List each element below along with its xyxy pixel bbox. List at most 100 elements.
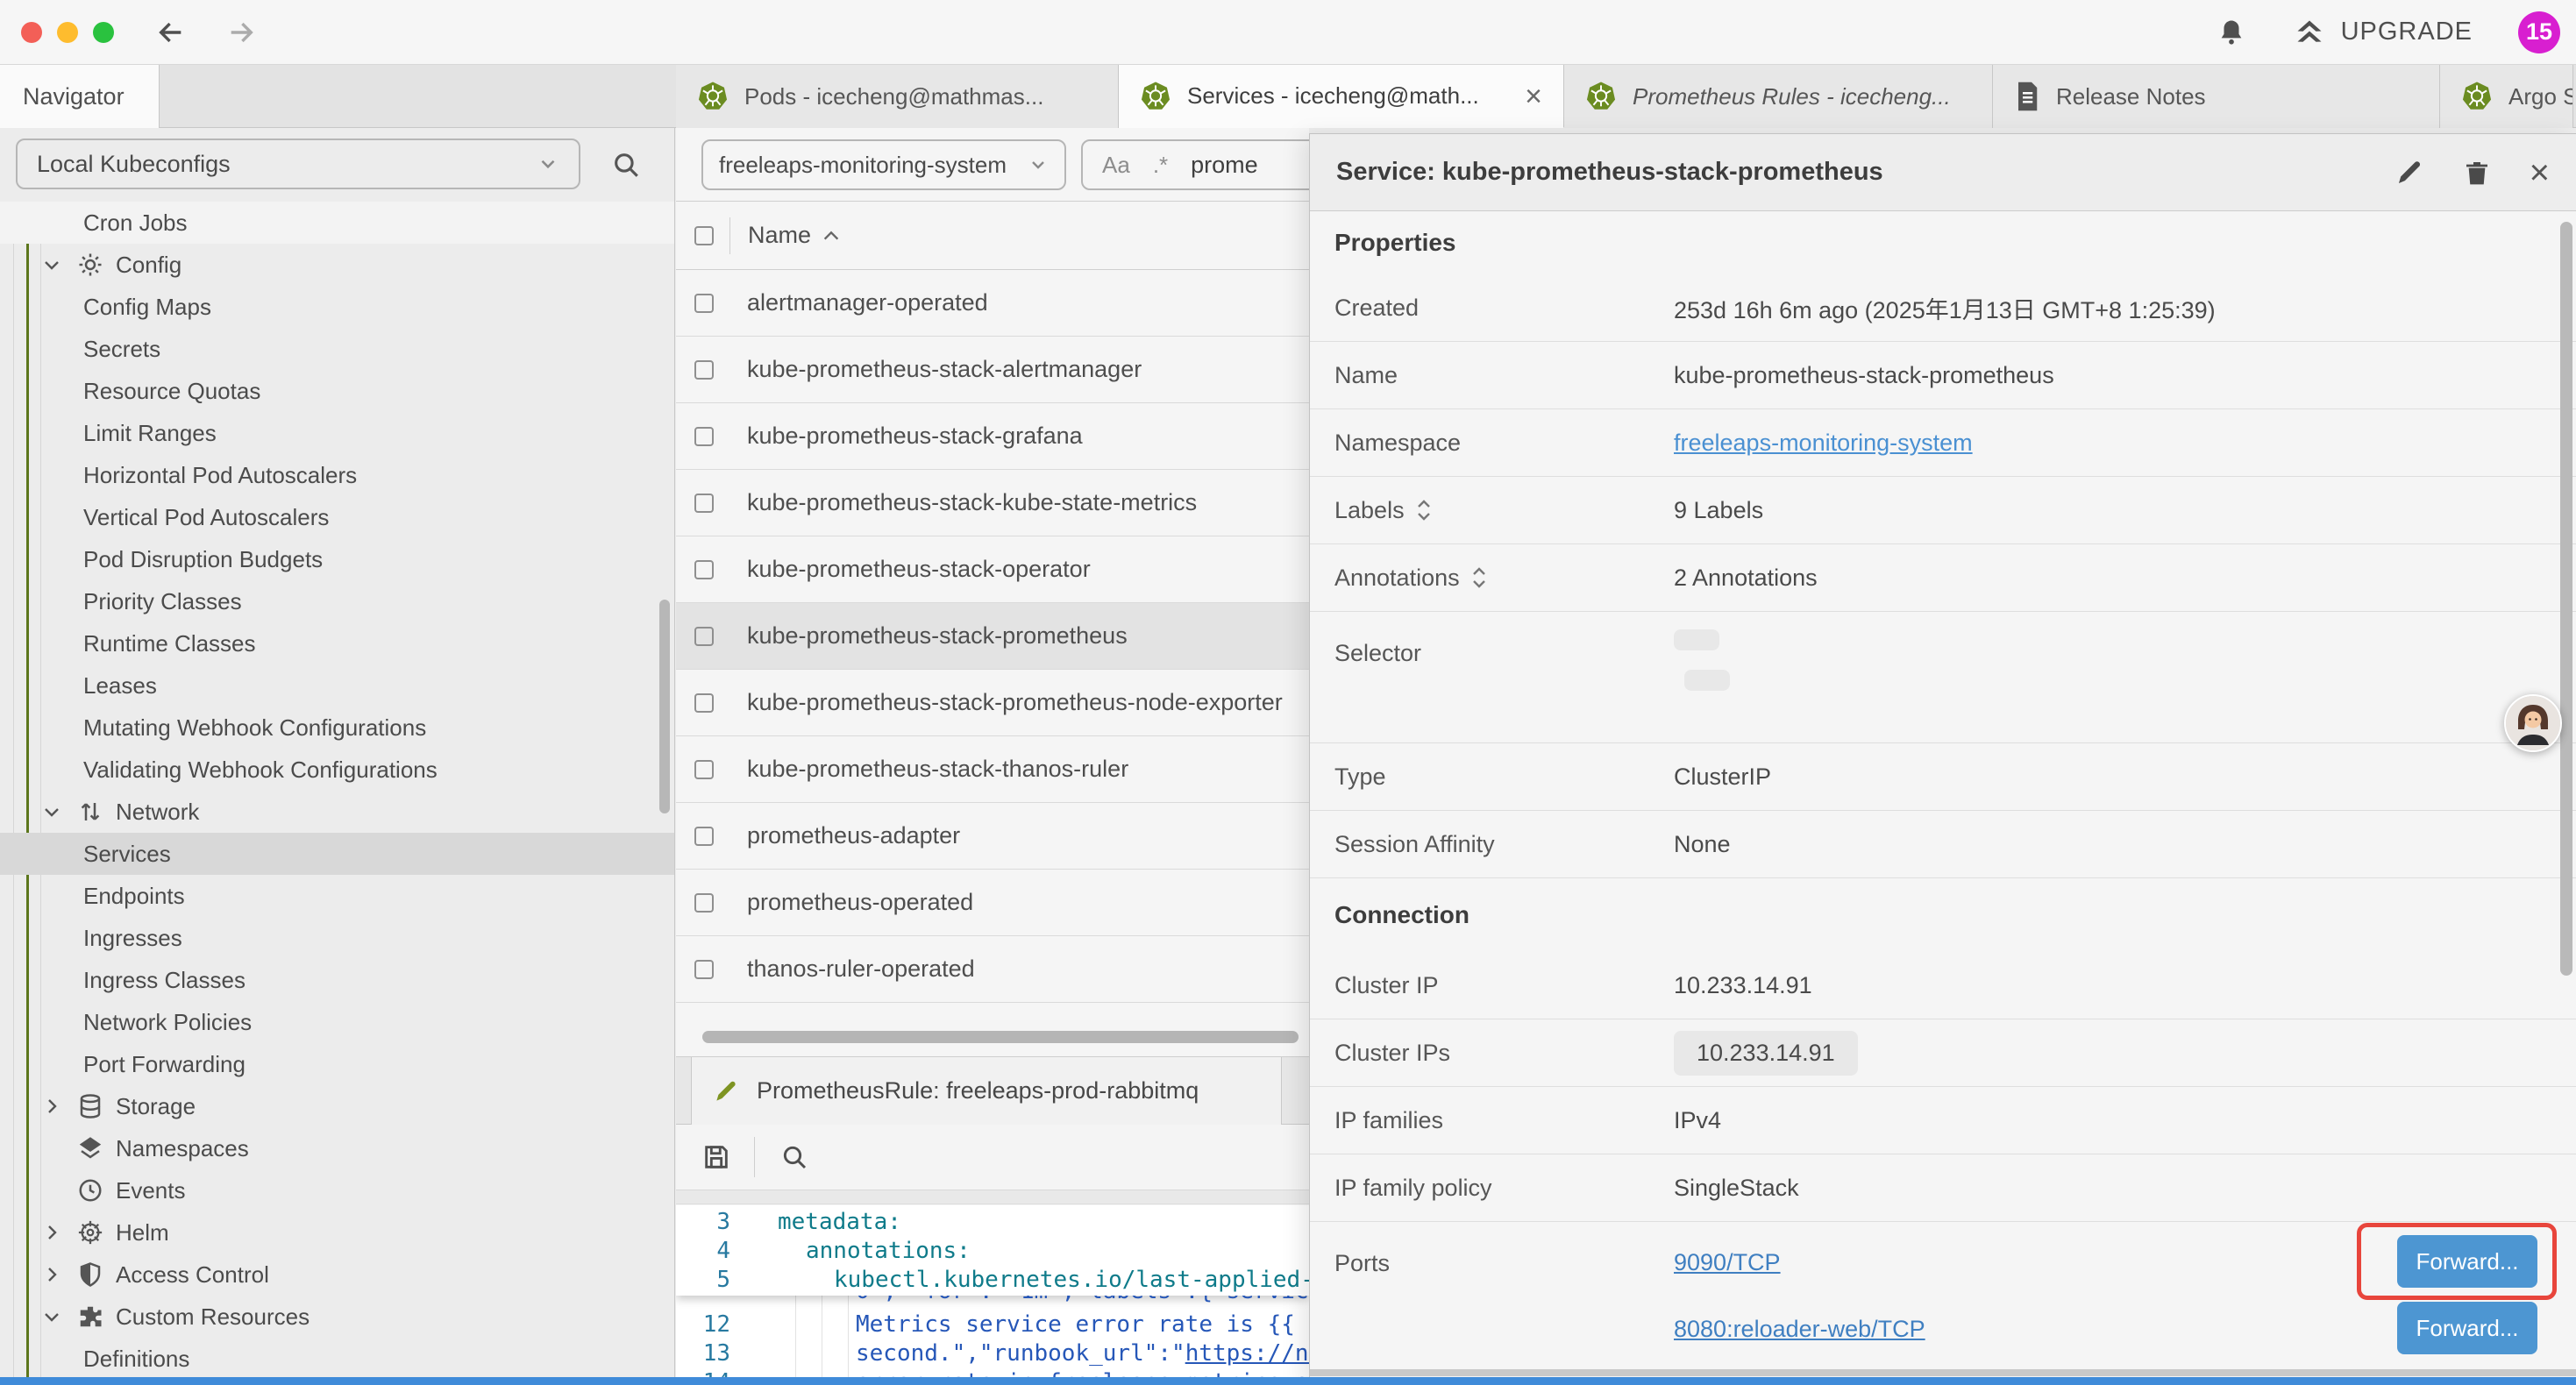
row-checkbox[interactable] xyxy=(694,627,714,646)
sidebar-tree-item[interactable]: Custom Resources xyxy=(0,1296,674,1338)
sidebar-tree-item[interactable]: Horizontal Pod Autoscalers xyxy=(0,454,674,496)
notification-count-badge[interactable]: 15 xyxy=(2518,11,2560,53)
row-checkbox[interactable] xyxy=(694,427,714,446)
name-column-header[interactable]: Name xyxy=(748,222,841,249)
sidebar-tree-item[interactable]: Ingress Classes xyxy=(0,959,674,1001)
sidebar-tree-item[interactable]: Ingresses xyxy=(0,917,674,959)
sidebar-tree-item[interactable]: Port Forwarding xyxy=(0,1043,674,1085)
search-icon[interactable] xyxy=(611,150,641,180)
row-checkbox[interactable] xyxy=(694,560,714,579)
code-line[interactable]: 5 kubectl.kubernetes.io/last-applied-con… xyxy=(676,1265,1309,1294)
sidebar-tree-item[interactable]: Priority Classes xyxy=(0,580,674,622)
sidebar-tree-item[interactable]: Config xyxy=(0,244,674,286)
horizontal-scrollbar-thumb[interactable] xyxy=(702,1031,1299,1043)
table-row[interactable]: kube-prometheus-stack-prometheus-node-ex… xyxy=(676,670,1309,736)
delete-trash-icon[interactable] xyxy=(2463,158,2491,188)
row-checkbox[interactable] xyxy=(694,360,714,380)
sidebar-tree-item[interactable]: Config Maps xyxy=(0,286,674,328)
table-row[interactable]: kube-prometheus-stack-grafana xyxy=(676,403,1309,470)
editor-search-icon[interactable] xyxy=(780,1143,808,1171)
editor-tab[interactable]: PrometheusRule: freeleaps-prod-rabbitmq xyxy=(691,1057,1282,1125)
code-line[interactable]: 0", "for": "1m", labels :{ service" : " xyxy=(676,1296,1309,1310)
chevron-down-icon[interactable] xyxy=(41,801,62,822)
chevron-right-icon[interactable] xyxy=(41,1096,62,1117)
port-link[interactable]: 8080:reloader-web/TCP xyxy=(1674,1316,1925,1343)
sidebar-tree-item[interactable]: Validating Webhook Configurations xyxy=(0,749,674,791)
code-line[interactable]: 12 Metrics service error rate is {{ $va xyxy=(676,1310,1309,1339)
close-window-button[interactable] xyxy=(21,22,42,43)
close-tab-icon[interactable]: × xyxy=(1525,82,1542,111)
minimize-window-button[interactable] xyxy=(57,22,78,43)
code-line[interactable]: 13 second.","runbook_url":"https://netd xyxy=(676,1339,1309,1367)
kubeconfig-selector[interactable]: Local Kubeconfigs xyxy=(16,138,580,189)
row-checkbox[interactable] xyxy=(694,960,714,979)
code-line[interactable]: 3 metadata: xyxy=(676,1207,1309,1236)
sidebar-tree-item[interactable]: Definitions xyxy=(0,1338,674,1380)
match-case-icon[interactable]: Aa xyxy=(1102,152,1130,179)
sidebar-tree-item[interactable]: Network xyxy=(0,791,674,833)
row-checkbox[interactable] xyxy=(694,294,714,313)
content-tab[interactable]: Argo Se × xyxy=(2440,65,2573,128)
code-line[interactable]: 4 annotations: xyxy=(676,1236,1309,1265)
upgrade-button[interactable]: UPGRADE xyxy=(2292,17,2473,48)
content-tab[interactable]: Prometheus Rules - icecheng... × xyxy=(1564,65,1993,128)
sidebar-tree-item[interactable]: Namespaces xyxy=(0,1127,674,1169)
sort-toggle-icon[interactable] xyxy=(1470,565,1488,591)
zoom-window-button[interactable] xyxy=(93,22,114,43)
back-arrow-icon[interactable] xyxy=(154,18,188,47)
chevron-right-icon[interactable] xyxy=(41,1264,62,1285)
sidebar-tree-item[interactable]: Events xyxy=(0,1169,674,1211)
detail-scrollbar-thumb[interactable] xyxy=(2560,222,2572,976)
forward-button[interactable]: Forward... xyxy=(2397,1302,2537,1354)
yaml-editor[interactable]: 3 metadata: 4 annotations: 5 kubectl.kub… xyxy=(676,1205,1309,1385)
sidebar-tree-item[interactable]: Resource Quotas xyxy=(0,370,674,412)
row-checkbox[interactable] xyxy=(694,494,714,513)
port-link[interactable]: 9090/TCP xyxy=(1674,1249,1781,1276)
user-avatar[interactable] xyxy=(2504,694,2562,752)
sidebar-tree-item[interactable]: Storage xyxy=(0,1085,674,1127)
chevron-down-icon[interactable] xyxy=(41,1306,62,1327)
sidebar-tree-item[interactable]: Helm xyxy=(0,1211,674,1254)
sort-toggle-icon[interactable] xyxy=(1415,497,1433,523)
namespace-selector[interactable]: freeleaps-monitoring-system xyxy=(701,139,1066,190)
sidebar-tree-item[interactable]: Cron Jobs xyxy=(0,202,674,244)
table-row[interactable]: alertmanager-operated xyxy=(676,270,1309,337)
table-row[interactable]: prometheus-adapter xyxy=(676,803,1309,870)
row-checkbox[interactable] xyxy=(694,827,714,846)
edit-pencil-icon[interactable] xyxy=(2395,158,2424,188)
notifications-bell-icon[interactable] xyxy=(2217,16,2246,49)
sidebar-tree-item[interactable]: Pod Disruption Budgets xyxy=(0,538,674,580)
sidebar-tree-item[interactable]: Leases xyxy=(0,664,674,707)
select-all-checkbox[interactable] xyxy=(694,226,714,245)
table-row[interactable]: kube-prometheus-stack-operator xyxy=(676,536,1309,603)
chevron-down-icon[interactable] xyxy=(41,254,62,275)
filter-input[interactable]: Aa .* prome xyxy=(1081,139,1309,190)
forward-arrow-icon[interactable] xyxy=(224,18,258,47)
sidebar-tree-item[interactable]: Runtime Classes xyxy=(0,622,674,664)
row-checkbox[interactable] xyxy=(694,760,714,779)
forward-button[interactable]: Forward... xyxy=(2397,1235,2537,1288)
sidebar-scrollbar-thumb[interactable] xyxy=(659,600,670,813)
sidebar-tree-item[interactable]: Network Policies xyxy=(0,1001,674,1043)
sidebar-tree-item[interactable]: Secrets xyxy=(0,328,674,370)
table-row[interactable]: prometheus-operated xyxy=(676,870,1309,936)
table-row[interactable]: kube-prometheus-stack-prometheus xyxy=(676,603,1309,670)
chevron-right-icon[interactable] xyxy=(41,1222,62,1243)
regex-icon[interactable]: .* xyxy=(1153,152,1168,179)
table-row[interactable]: thanos-ruler-operated xyxy=(676,936,1309,1003)
save-icon[interactable] xyxy=(701,1142,731,1172)
row-checkbox[interactable] xyxy=(694,893,714,913)
sidebar-tree-item[interactable]: Mutating Webhook Configurations xyxy=(0,707,674,749)
close-panel-icon[interactable]: × xyxy=(2530,155,2550,190)
navigator-panel-tab[interactable]: Navigator xyxy=(0,65,160,128)
sidebar-tree-item[interactable]: Limit Ranges xyxy=(0,412,674,454)
content-tab[interactable]: Services - icecheng@math... × xyxy=(1119,65,1564,128)
content-tab[interactable]: Pods - icecheng@mathmas... × xyxy=(676,65,1119,128)
row-checkbox[interactable] xyxy=(694,693,714,713)
sidebar-tree-item[interactable]: Services xyxy=(0,833,674,875)
sidebar-tree-item[interactable]: Endpoints xyxy=(0,875,674,917)
sidebar-tree-item[interactable]: Vertical Pod Autoscalers xyxy=(0,496,674,538)
sidebar-tree-item[interactable]: Access Control xyxy=(0,1254,674,1296)
table-row[interactable]: kube-prometheus-stack-kube-state-metrics xyxy=(676,470,1309,536)
table-row[interactable]: kube-prometheus-stack-alertmanager xyxy=(676,337,1309,403)
